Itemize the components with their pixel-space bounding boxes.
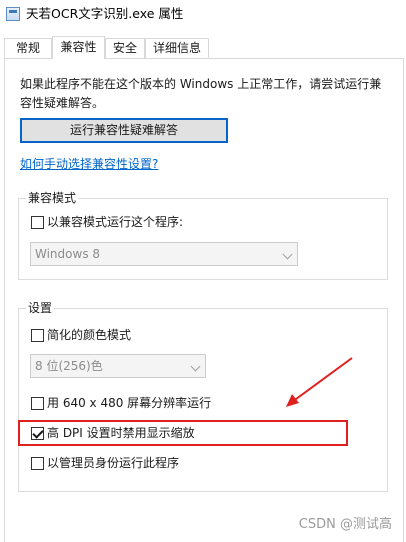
- highlight-box-annotation: [18, 420, 348, 446]
- chevron-down-icon: [190, 361, 201, 372]
- chevron-down-icon: [282, 249, 293, 260]
- color-depth-select-value: 8 位(256)色: [35, 359, 103, 373]
- tab-details[interactable]: 详细信息: [145, 38, 209, 58]
- compat-mode-group-label: 兼容模式: [26, 191, 79, 205]
- compat-mode-group: [18, 198, 388, 280]
- color-depth-select: 8 位(256)色: [30, 354, 206, 378]
- run-troubleshooter-button[interactable]: 运行兼容性疑难解答: [20, 118, 228, 143]
- compat-mode-checkbox-row[interactable]: 以兼容模式运行这个程序:: [31, 214, 183, 230]
- window-title: 天若OCR文字识别.exe 属性: [26, 6, 184, 21]
- compat-mode-checkbox-label: 以兼容模式运行这个程序:: [47, 215, 184, 229]
- res-640-row[interactable]: 用 640 x 480 屏幕分辨率运行: [31, 395, 211, 411]
- run-as-admin-label: 以管理员身份运行此程序: [47, 456, 180, 470]
- run-as-admin-row[interactable]: 以管理员身份运行此程序: [31, 455, 179, 471]
- red-arrow-annotation: [286, 357, 353, 407]
- app-window-icon: [6, 7, 20, 21]
- compat-mode-checkbox[interactable]: [31, 215, 44, 229]
- reduced-color-row[interactable]: 简化的颜色模式: [31, 327, 131, 343]
- watermark: CSDN @测试高: [298, 517, 392, 532]
- tab-general[interactable]: 常规: [4, 38, 52, 58]
- reduced-color-label: 简化的颜色模式: [47, 328, 132, 342]
- settings-group-label: 设置: [26, 301, 55, 315]
- tab-security[interactable]: 安全: [105, 38, 145, 58]
- res-640-checkbox[interactable]: [31, 396, 44, 410]
- compat-os-select: Windows 8: [30, 242, 298, 266]
- run-as-admin-checkbox[interactable]: [31, 456, 44, 470]
- reduced-color-checkbox[interactable]: [31, 328, 44, 342]
- compat-description: 如果此程序不能在这个版本的 Windows 上正常工作，请尝试运行兼容性疑难解答…: [20, 77, 382, 110]
- res-640-label: 用 640 x 480 屏幕分辨率运行: [47, 396, 212, 410]
- properties-window: 天若OCR文字识别.exe 属性 常规 兼容性 安全 详细信息 如果此程序不能在…: [0, 0, 406, 542]
- tab-strip: 常规 兼容性 安全 详细信息: [0, 36, 406, 59]
- title-bar[interactable]: 天若OCR文字识别.exe 属性: [0, 0, 406, 30]
- compat-os-select-value: Windows 8: [35, 247, 101, 261]
- tab-compatibility[interactable]: 兼容性: [52, 36, 105, 59]
- manual-settings-link[interactable]: 如何手动选择兼容性设置?: [20, 155, 158, 172]
